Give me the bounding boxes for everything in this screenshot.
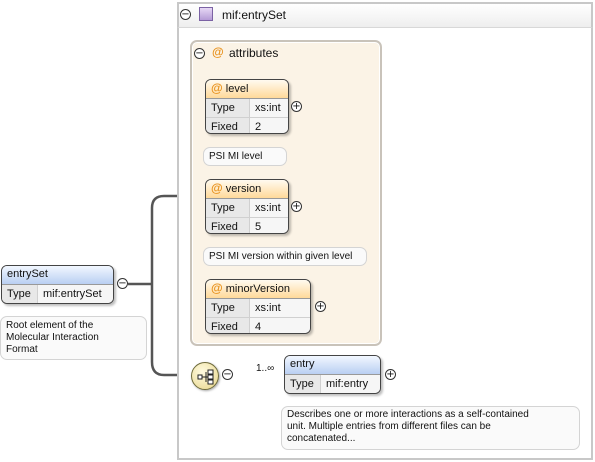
type-label: Type — [206, 199, 250, 217]
sequence-glyph — [197, 369, 214, 385]
attribute-minorversion[interactable]: @ minorVersion Type xs:int Fixed 4 — [205, 279, 311, 334]
doc-line: Format — [6, 344, 38, 355]
type-value: mif:entry — [321, 375, 380, 393]
fixed-label: Fixed — [206, 218, 250, 233]
type-label: Type — [206, 299, 250, 317]
doc-line: Molecular Interaction — [6, 332, 99, 343]
fixed-value: 5 — [250, 218, 288, 233]
attribute-minorversion-name: minorVersion — [225, 283, 290, 295]
collapse-sequence-button[interactable]: − — [222, 369, 233, 380]
collapse-complex-type-button[interactable]: − — [180, 9, 191, 20]
fixed-label: Fixed — [206, 318, 250, 333]
element-entry-header: entry — [285, 356, 380, 375]
attribute-version-type-row: Type xs:int — [206, 199, 288, 218]
attribute-minorversion-header: @ minorVersion — [206, 280, 310, 299]
element-entry-type-row: Type mif:entry — [285, 375, 380, 393]
attribute-minorversion-fixed-row: Fixed 4 — [206, 318, 310, 333]
attribute-minorversion-type-row: Type xs:int — [206, 299, 310, 318]
attribute-level-name: level — [225, 83, 249, 95]
expand-minorversion-type-button[interactable]: + — [315, 301, 326, 312]
type-value: mif:entrySet — [38, 285, 113, 303]
complex-type-title: mif:entrySet — [222, 8, 287, 22]
sequence-compositor-icon[interactable] — [191, 362, 219, 390]
attribute-at-icon: @ — [211, 281, 223, 295]
attribute-level[interactable]: @ level Type xs:int Fixed 2 — [205, 79, 289, 134]
attribute-version-fixed-row: Fixed 5 — [206, 218, 288, 233]
doc-line: Root element of the — [6, 320, 94, 331]
element-entryset-header: entrySet — [2, 266, 113, 285]
attribute-version-doc: PSI MI version within given level — [203, 247, 367, 266]
attribute-version[interactable]: @ version Type xs:int Fixed 5 — [205, 179, 289, 234]
doc-line: unit. Multiple entries from different fi… — [287, 421, 491, 432]
doc-line: concatenated... — [287, 433, 356, 444]
fixed-value: 4 — [250, 318, 310, 333]
fixed-label: Fixed — [206, 118, 250, 133]
attribute-at-icon: @ — [211, 81, 223, 95]
attribute-level-doc: PSI MI level — [203, 147, 287, 166]
collapse-entryset-button[interactable]: − — [117, 278, 128, 289]
attribute-at-icon: @ — [211, 181, 223, 195]
attribute-level-header: @ level — [206, 80, 288, 99]
doc-line: Describes one or more interactions as a … — [287, 409, 529, 420]
expand-entry-button[interactable]: + — [385, 369, 396, 380]
type-label: Type — [285, 375, 321, 393]
attribute-level-type-row: Type xs:int — [206, 99, 288, 118]
type-label: Type — [2, 285, 38, 303]
complex-type-icon — [199, 7, 213, 21]
entry-occurrence: 1..∞ — [256, 363, 275, 374]
type-value: xs:int — [250, 199, 288, 217]
attribute-at-icon: @ — [212, 45, 224, 59]
attribute-level-fixed-row: Fixed 2 — [206, 118, 288, 133]
element-entry-doc: Describes one or more interactions as a … — [281, 406, 580, 450]
attributes-title: attributes — [229, 46, 279, 60]
type-label: Type — [206, 99, 250, 117]
expand-version-type-button[interactable]: + — [291, 201, 302, 212]
collapse-attributes-button[interactable]: − — [194, 48, 205, 59]
element-entry[interactable]: entry Type mif:entry — [284, 355, 381, 394]
type-value: xs:int — [250, 99, 288, 117]
type-value: xs:int — [250, 299, 310, 317]
attribute-version-header: @ version — [206, 180, 288, 199]
element-entryset[interactable]: entrySet Type mif:entrySet — [1, 265, 114, 304]
expand-level-type-button[interactable]: + — [291, 101, 302, 112]
attribute-version-name: version — [225, 183, 262, 195]
element-entryset-doc: Root element of the Molecular Interactio… — [0, 316, 147, 360]
fixed-value: 2 — [250, 118, 288, 133]
element-entryset-type-row: Type mif:entrySet — [2, 285, 113, 303]
